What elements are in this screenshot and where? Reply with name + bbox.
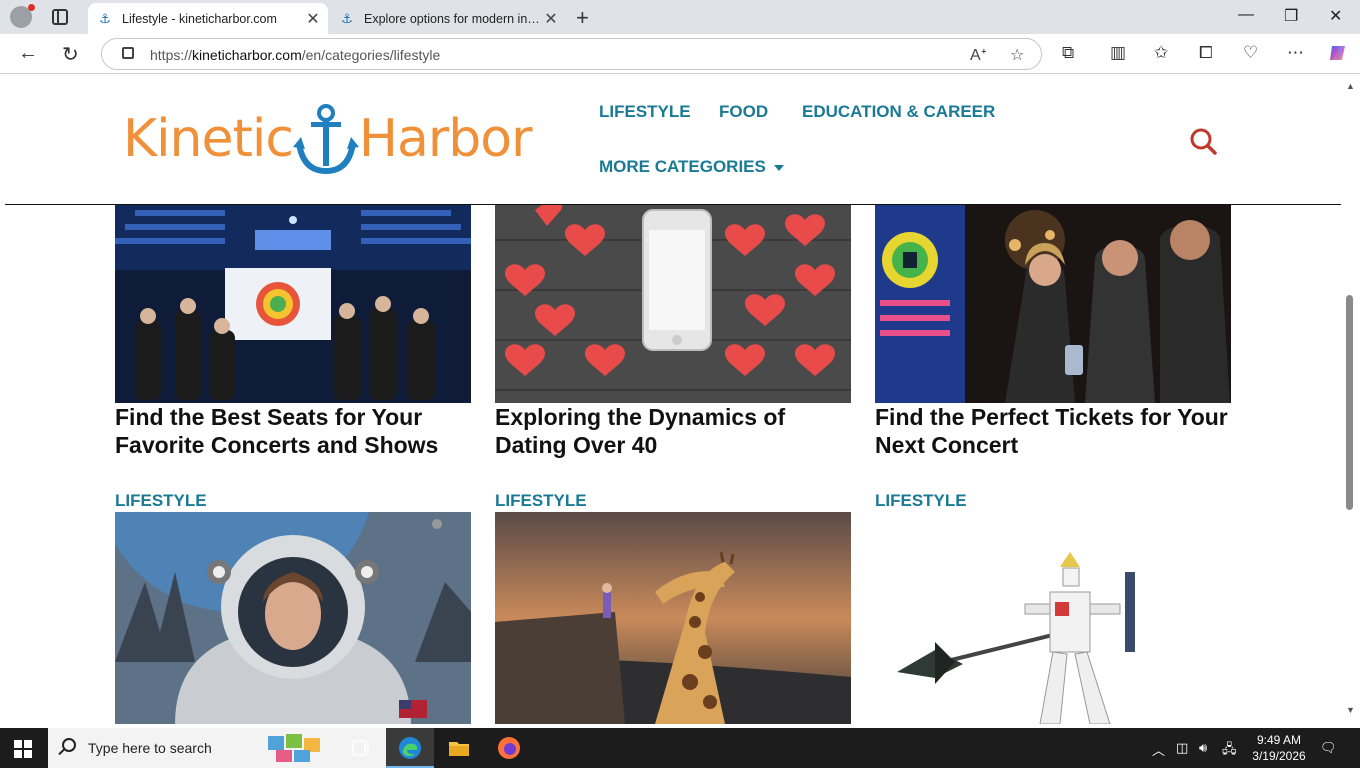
more-menu-icon[interactable]: ⋯: [1287, 43, 1304, 63]
scroll-down-icon[interactable]: ▼: [1346, 705, 1355, 715]
address-bar[interactable]: https://kineticharbor.com/en/categories/…: [101, 38, 1042, 70]
search-icon: [62, 738, 76, 752]
close-window-icon[interactable]: ✕: [1329, 6, 1342, 26]
file-explorer-icon[interactable]: [447, 736, 471, 760]
dropdown-caret-icon: [773, 164, 784, 171]
firefox-icon[interactable]: [497, 736, 521, 760]
category-label[interactable]: LIFESTYLE: [495, 491, 587, 511]
network-icon[interactable]: 🖧︎: [1222, 740, 1237, 762]
site-logo[interactable]: Kinetic Harbor: [123, 103, 585, 175]
taskbar-search-box[interactable]: Type here to search: [48, 728, 388, 768]
article-title[interactable]: Find the Best Seats for Your Favorite Co…: [115, 403, 475, 459]
close-tab-icon[interactable]: ✕: [302, 9, 324, 29]
notifications-icon[interactable]: 🗨︎: [1320, 740, 1337, 756]
url-text[interactable]: https://kineticharbor.com/en/categories/…: [150, 47, 440, 63]
taskbar-edge-active[interactable]: [386, 728, 434, 768]
tab-title: Explore options for modern interior: [364, 11, 540, 26]
tab-lifestyle[interactable]: ⚓ Lifestyle - kineticharbor.com ✕: [88, 3, 328, 34]
split-screen-icon[interactable]: ▥: [1110, 43, 1126, 63]
people-at-concert-screen-image[interactable]: [875, 200, 1231, 403]
phone-with-paper-hearts-image[interactable]: [495, 200, 851, 403]
favorite-star-icon[interactable]: ☆: [1010, 45, 1024, 65]
browser-essentials-icon[interactable]: ♡: [1243, 43, 1258, 63]
nav-food[interactable]: FOOD: [719, 102, 768, 122]
giraffe-image[interactable]: [495, 512, 851, 724]
favorites-icon[interactable]: ✩: [1154, 43, 1168, 63]
windows-taskbar: Type here to search ︿ ◫ 🔊︎ 🖧︎ 9:49 AM 3/…: [0, 728, 1360, 768]
close-tab-icon[interactable]: ✕: [540, 9, 562, 29]
web-page: Kinetic Harbor LIFESTYLE FOOD EDUCATION …: [5, 75, 1341, 724]
browser-tab-bar: ⚓ Lifestyle - kineticharbor.com ✕ ⚓ Expl…: [0, 0, 1360, 34]
category-label[interactable]: LIFESTYLE: [115, 491, 207, 511]
site-favicon-icon: ⚓: [99, 10, 111, 26]
search-icon[interactable]: [1189, 127, 1217, 155]
anchor-icon: [292, 103, 359, 175]
tab-title: Lifestyle - kineticharbor.com: [122, 11, 277, 26]
minimize-icon[interactable]: —: [1238, 6, 1254, 24]
nav-lifestyle[interactable]: LIFESTYLE: [599, 102, 691, 122]
clock-time: 9:49 AM: [1256, 733, 1302, 747]
article-title[interactable]: Find the Perfect Tickets for Your Next C…: [875, 403, 1235, 459]
restore-icon[interactable]: ❐: [1284, 6, 1298, 26]
refresh-icon[interactable]: ↻: [62, 42, 79, 67]
tab-actions-icon[interactable]: [52, 9, 68, 25]
more-categories-label: MORE CATEGORIES: [599, 157, 766, 176]
site-header: Kinetic Harbor LIFESTYLE FOOD EDUCATION …: [5, 75, 1341, 205]
search-highlight-puzzle-icon: [266, 732, 326, 764]
logo-text-left: Kinetic: [123, 109, 294, 169]
task-view-icon[interactable]: [350, 736, 374, 760]
read-aloud-icon[interactable]: Aᐩ: [970, 45, 987, 65]
anyrun-watermark: ANY RUN: [1117, 658, 1324, 707]
taskbar-search-placeholder: Type here to search: [88, 740, 212, 756]
extensions-icon[interactable]: ⧉: [1062, 43, 1074, 63]
concert-seating-chart-image[interactable]: [115, 200, 471, 403]
edge-icon: [398, 736, 422, 760]
windows-start-icon[interactable]: [14, 740, 32, 758]
site-info-icon[interactable]: [122, 47, 134, 59]
new-tab-icon[interactable]: +: [576, 5, 589, 31]
collections-icon[interactable]: ⧠: [1199, 43, 1213, 63]
clock-date: 3/19/2026: [1252, 749, 1306, 763]
astronaut-image[interactable]: [115, 512, 471, 724]
scrollbar-thumb[interactable]: [1346, 295, 1353, 510]
meet-now-icon[interactable]: ◫: [1176, 740, 1188, 756]
logo-text-right: Harbor: [358, 109, 533, 169]
nav-more-categories[interactable]: MORE CATEGORIES: [599, 157, 784, 177]
page-scrollbar[interactable]: ▲ ▼: [1341, 75, 1360, 724]
tab-explore-options[interactable]: ⚓ Explore options for modern interior ✕: [330, 3, 566, 34]
show-hidden-icons[interactable]: ︿: [1152, 740, 1165, 759]
volume-icon[interactable]: 🔊︎: [1199, 740, 1207, 756]
category-label[interactable]: LIFESTYLE: [875, 491, 967, 511]
scroll-up-icon[interactable]: ▲: [1346, 81, 1355, 91]
article-title[interactable]: Exploring the Dynamics of Dating Over 40: [495, 403, 855, 459]
back-icon[interactable]: ←: [18, 42, 38, 65]
profile-avatar-icon[interactable]: [10, 4, 35, 28]
browser-toolbar: ← ↻ https://kineticharbor.com/en/categor…: [0, 34, 1360, 74]
copilot-icon[interactable]: [1328, 43, 1348, 68]
taskbar-clock[interactable]: 9:49 AM 3/19/2026: [1244, 732, 1314, 764]
nav-education-career[interactable]: EDUCATION & CAREER: [802, 102, 995, 122]
site-favicon-icon: ⚓: [341, 10, 353, 26]
